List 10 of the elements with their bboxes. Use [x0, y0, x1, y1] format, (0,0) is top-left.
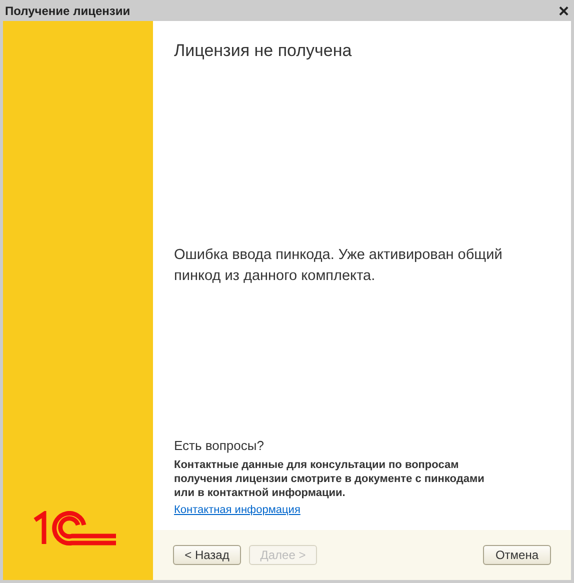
contact-link[interactable]: Контактная информация [174, 504, 300, 516]
window-title: Получение лицензии [5, 4, 130, 18]
page-heading: Лицензия не получена [174, 41, 353, 61]
help-text: Контактные данные для консультации по вопросам получения лицензии смотрите в документе с пинкодами или в контактной информации. [174, 458, 486, 500]
help-title: Есть вопросы? [174, 438, 264, 453]
cancel-button[interactable]: Отмена [483, 545, 551, 565]
logo-icon [32, 511, 118, 547]
nav-button[interactable]: < Назад [173, 545, 241, 565]
close-button[interactable]: × [556, 2, 571, 20]
error-message: Ошибка ввода пинкода. Уже активирован общий пинкод из данного комплекта. [174, 246, 504, 286]
